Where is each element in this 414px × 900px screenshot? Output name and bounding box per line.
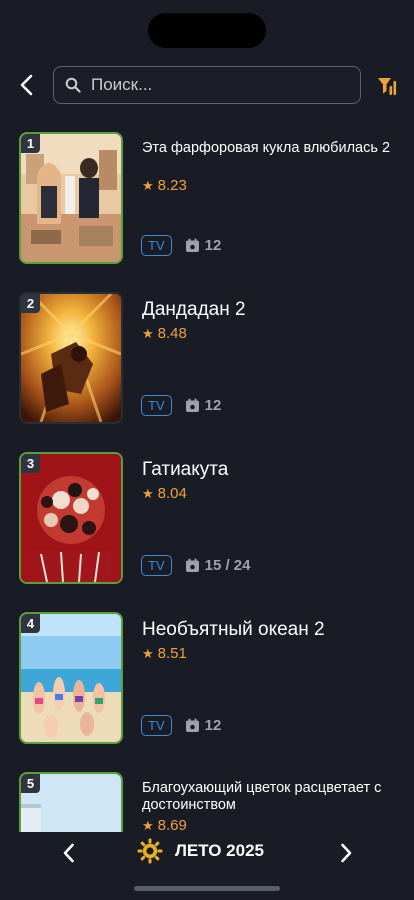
- anime-poster[interactable]: 4: [19, 612, 123, 744]
- filter-button[interactable]: [373, 72, 401, 100]
- rating: ★ 8.48: [142, 325, 187, 342]
- anime-list-item[interactable]: 1 Эта фарфоровая кукла влюбилась 2 ★ 8.2…: [0, 132, 414, 266]
- star-icon: ★: [142, 817, 154, 833]
- anime-poster[interactable]: 1: [19, 132, 123, 264]
- rank-badge: 4: [21, 614, 40, 633]
- type-badge: TV: [141, 715, 172, 736]
- calendar-icon: [185, 398, 200, 413]
- anime-title[interactable]: Необъятный океан 2: [142, 619, 397, 641]
- type-badge: TV: [141, 395, 172, 416]
- anime-title[interactable]: Благоухающий цветок расцветает с достоин…: [142, 780, 397, 814]
- anime-poster[interactable]: 3: [19, 452, 123, 584]
- episode-count: 12: [204, 717, 222, 734]
- type-badge: TV: [141, 555, 172, 576]
- item-meta: TV 12: [141, 715, 221, 736]
- anime-title[interactable]: Эта фарфоровая кукла влюбилась 2: [142, 140, 397, 157]
- anime-title[interactable]: Гатиакута: [142, 459, 397, 481]
- star-icon: ★: [142, 325, 154, 341]
- filter-icon: [378, 78, 397, 95]
- rating-value: 8.69: [157, 817, 187, 832]
- back-button[interactable]: [12, 70, 42, 100]
- calendar-icon: [185, 238, 200, 253]
- app-screen: 1 Эта фарфоровая кукла влюбилась 2 ★ 8.2…: [0, 0, 414, 900]
- episode-count: 15 / 24: [204, 557, 251, 574]
- rank-badge: 5: [21, 774, 40, 793]
- anime-list-item[interactable]: 5 Благоухающий цветок расцветает с досто…: [0, 772, 414, 832]
- anime-list: 1 Эта фарфоровая кукла влюбилась 2 ★ 8.2…: [0, 132, 414, 832]
- rating-value: 8.51: [157, 645, 187, 662]
- search-icon: [65, 77, 81, 93]
- chevron-left-icon: [20, 74, 33, 96]
- dynamic-island: [148, 13, 266, 48]
- season-bar: ЛЕТО 2025: [0, 832, 414, 900]
- item-meta: TV 15 / 24: [141, 555, 251, 576]
- rank-badge: 3: [21, 454, 40, 473]
- star-icon: ★: [142, 485, 154, 501]
- anime-title[interactable]: Дандадан 2: [142, 299, 397, 321]
- chevron-left-icon: [63, 843, 74, 863]
- episode-count: 12: [204, 237, 222, 254]
- rating: ★ 8.51: [142, 645, 187, 662]
- rank-badge: 2: [21, 294, 40, 313]
- anime-list-item[interactable]: 2 Дандадан 2 ★ 8.48 TV 12: [0, 292, 414, 426]
- home-indicator[interactable]: [134, 886, 280, 891]
- anime-list-item[interactable]: 4 Необъятный океан 2 ★ 8.51 TV 12: [0, 612, 414, 746]
- item-meta: TV 12: [141, 235, 221, 256]
- rating: ★ 8.23: [142, 177, 187, 194]
- rating: ★ 8.04: [142, 485, 187, 502]
- rating-value: 8.48: [157, 325, 187, 342]
- anime-poster[interactable]: 2: [19, 292, 123, 424]
- star-icon: ★: [142, 645, 154, 661]
- rating-value: 8.04: [157, 485, 187, 502]
- season-label[interactable]: ЛЕТО 2025: [175, 841, 264, 861]
- rank-badge: 1: [21, 134, 40, 153]
- episode-count: 12: [204, 397, 222, 414]
- rating-value: 8.23: [157, 177, 187, 194]
- calendar-icon: [185, 718, 200, 733]
- anime-list-item[interactable]: 3 Гатиакута ★ 8.04 TV 15 / 24: [0, 452, 414, 586]
- next-season-button[interactable]: [333, 840, 359, 866]
- item-meta: TV 12: [141, 395, 221, 416]
- type-badge: TV: [141, 235, 172, 256]
- chevron-right-icon: [341, 843, 352, 863]
- anime-poster[interactable]: 5: [19, 772, 123, 832]
- prev-season-button[interactable]: [56, 840, 82, 866]
- star-icon: ★: [142, 177, 154, 193]
- rating: ★ 8.69: [142, 817, 187, 832]
- search-input[interactable]: [91, 67, 360, 103]
- calendar-icon: [185, 558, 200, 573]
- top-bar: [0, 66, 414, 104]
- search-box[interactable]: [53, 66, 361, 104]
- sun-icon: [137, 838, 163, 864]
